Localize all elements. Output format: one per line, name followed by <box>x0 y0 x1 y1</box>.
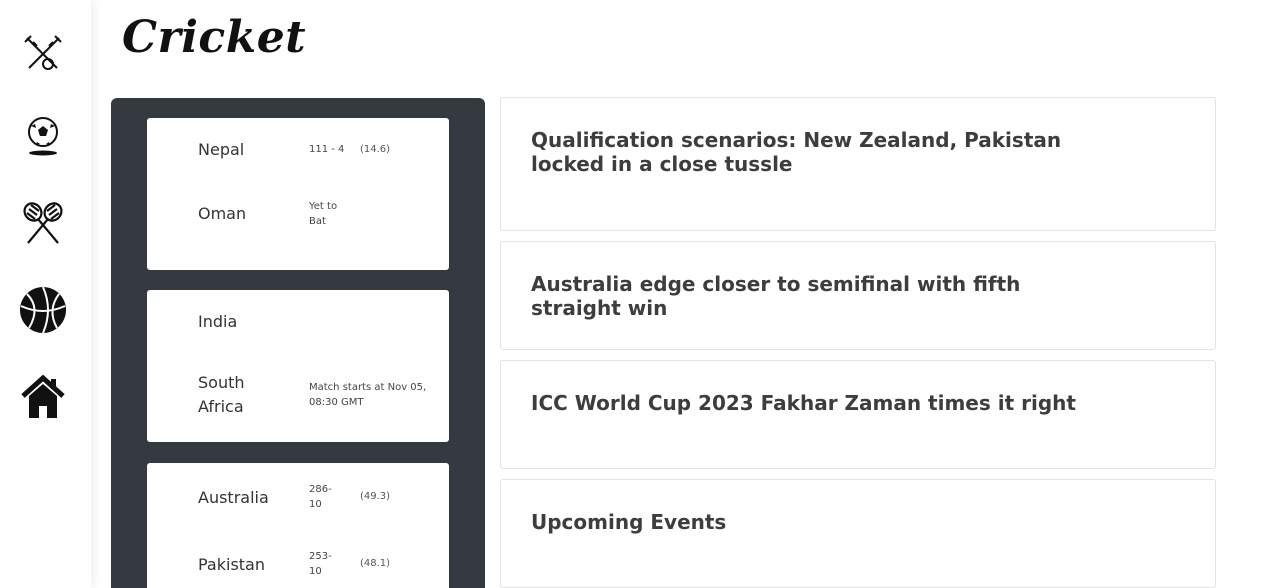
cricket-icon[interactable] <box>17 26 69 78</box>
news-card[interactable]: Qualification scenarios: New Zealand, Pa… <box>500 97 1216 231</box>
match-status: Yet to Bat <box>309 201 338 227</box>
team-name: Oman <box>198 204 247 223</box>
team-score: 286-10 <box>309 484 332 510</box>
page-title: Cricket <box>122 12 307 63</box>
team-score: 253-10 <box>309 551 332 577</box>
football-icon[interactable] <box>17 110 69 162</box>
team-name: Nepal <box>198 140 245 159</box>
team-name: South Africa <box>198 373 245 416</box>
news-title: ICC World Cup 2023 Fakhar Zaman times it… <box>531 391 1076 415</box>
match-card[interactable]: Australia 286-10 (49.3) Pakistan 253-10 … <box>147 463 449 588</box>
match-card[interactable]: India South Africa Match starts at Nov 0… <box>147 290 449 442</box>
team-score: 111 - 4 <box>309 144 345 155</box>
news-title: Qualification scenarios: New Zealand, Pa… <box>531 128 1062 176</box>
basketball-icon[interactable] <box>17 284 69 336</box>
home-icon[interactable] <box>17 370 69 422</box>
news-title: Upcoming Events <box>531 510 727 534</box>
news-card[interactable]: ICC World Cup 2023 Fakhar Zaman times it… <box>500 360 1216 469</box>
upcoming-events-card[interactable]: Upcoming Events <box>500 479 1216 588</box>
sidebar-nav <box>0 0 91 588</box>
news-card[interactable]: Australia edge closer to semifinal with … <box>500 241 1216 350</box>
team-overs: (48.1) <box>360 558 391 569</box>
scores-panel: Nepal 111 - 4 (14.6) Oman Yet to Bat Ind… <box>111 98 485 588</box>
team-name: Australia <box>198 488 269 507</box>
news-title: Australia edge closer to semifinal with … <box>531 272 1021 320</box>
badminton-icon[interactable] <box>17 197 69 249</box>
team-overs: (49.3) <box>360 491 391 502</box>
team-name: Pakistan <box>198 555 265 574</box>
team-name: India <box>198 312 238 331</box>
team-overs: (14.6) <box>360 144 391 155</box>
match-status: Match starts at Nov 05, 08:30 GMT <box>309 382 427 408</box>
match-card[interactable]: Nepal 111 - 4 (14.6) Oman Yet to Bat <box>147 118 449 270</box>
